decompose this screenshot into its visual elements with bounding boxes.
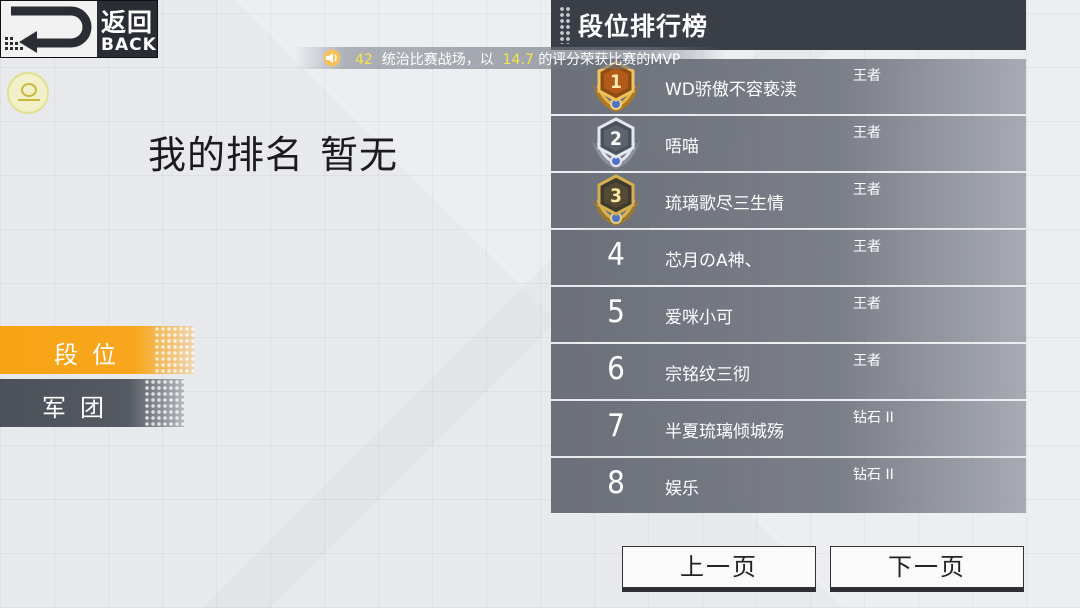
player-tier: 王者	[853, 239, 881, 255]
table-row[interactable]: 5 爱咪小可 王者	[551, 287, 1026, 342]
back-label-en: BACK	[101, 35, 157, 55]
table-row[interactable]: 4 芯月のA神、 王者	[551, 230, 1026, 285]
back-label-zh: 返回	[101, 8, 154, 37]
table-row[interactable]: 8 娱乐 钻石 II	[551, 458, 1026, 513]
rank-number: 2	[610, 128, 622, 150]
player-tier: 王者	[853, 296, 881, 312]
ticker-text-before: 统治比赛战场，以	[381, 52, 494, 68]
player-tier: 王者	[853, 125, 881, 141]
tab-legion-label: 军团	[42, 394, 118, 422]
player-name: 娱乐	[665, 479, 699, 499]
rank-number: 4	[607, 237, 625, 273]
grip-dots-icon	[559, 6, 571, 44]
player-name: 芯月のA神、	[665, 251, 762, 271]
player-tier: 钻石 II	[853, 410, 894, 426]
game-logo-icon	[7, 72, 49, 114]
leaderboard-title: 段位排行榜	[578, 12, 709, 41]
player-name: 唔喵	[665, 137, 699, 157]
table-row[interactable]: 3 琉璃歌尽三生情 王者	[551, 173, 1026, 228]
player-tier: 王者	[853, 182, 881, 198]
player-name: 爱咪小可	[665, 308, 733, 328]
player-tier: 王者	[853, 68, 881, 84]
my-rank: 我的排名 暂无	[148, 124, 414, 179]
tab-dots-decoration	[144, 379, 184, 427]
player-tier: 钻石 II	[853, 467, 894, 483]
tab-rank[interactable]: 段位	[0, 326, 194, 374]
table-row[interactable]: 7 半夏琉璃倾城殇 钻石 II	[551, 401, 1026, 456]
ticker-score: 14.7	[502, 52, 534, 68]
player-name: 宗铭纹三彻	[665, 365, 750, 385]
rank-number: 7	[607, 408, 625, 444]
tab-legion[interactable]: 军团	[0, 379, 184, 427]
speaker-icon	[321, 49, 343, 67]
ticker-text-after: 的评分荣获比赛的MVP	[538, 52, 681, 68]
my-rank-label: 我的排名	[148, 133, 305, 177]
rank-number: 3	[610, 185, 622, 207]
rank-number: 5	[607, 294, 625, 330]
table-row[interactable]: 6 宗铭纹三彻 王者	[551, 344, 1026, 399]
leaderboard-list: 1 WD骄傲不容亵渎 王者 2 唔喵 王者 3 琉璃歌尽三生情 王者 4 芯月の…	[551, 59, 1026, 515]
rank-number: 8	[607, 465, 625, 501]
leaderboard-header: 段位排行榜	[551, 0, 1026, 50]
tab-dots-decoration	[154, 326, 194, 374]
rank-number: 1	[610, 71, 622, 93]
mvp-ticker: 42 统治比赛战场，以 14.7 的评分荣获比赛的MVP	[295, 47, 725, 69]
next-page-button[interactable]: 下一页	[830, 546, 1024, 588]
player-name: WD骄傲不容亵渎	[665, 80, 797, 100]
ticker-text: 42 统治比赛战场，以 14.7 的评分荣获比赛的MVP	[355, 49, 680, 69]
prev-page-button[interactable]: 上一页	[622, 546, 816, 588]
tab-rank-label: 段位	[54, 341, 130, 369]
table-row[interactable]: 2 唔喵 王者	[551, 116, 1026, 171]
player-name: 半夏琉璃倾城殇	[665, 422, 784, 442]
my-rank-value: 暂无	[320, 133, 399, 177]
back-arrow-icon	[1, 1, 97, 57]
player-name: 琉璃歌尽三生情	[665, 194, 784, 214]
ticker-count: 42	[355, 52, 373, 68]
back-button[interactable]: 返回 BACK	[0, 0, 158, 58]
rank-number: 6	[607, 351, 625, 387]
player-tier: 王者	[853, 353, 881, 369]
